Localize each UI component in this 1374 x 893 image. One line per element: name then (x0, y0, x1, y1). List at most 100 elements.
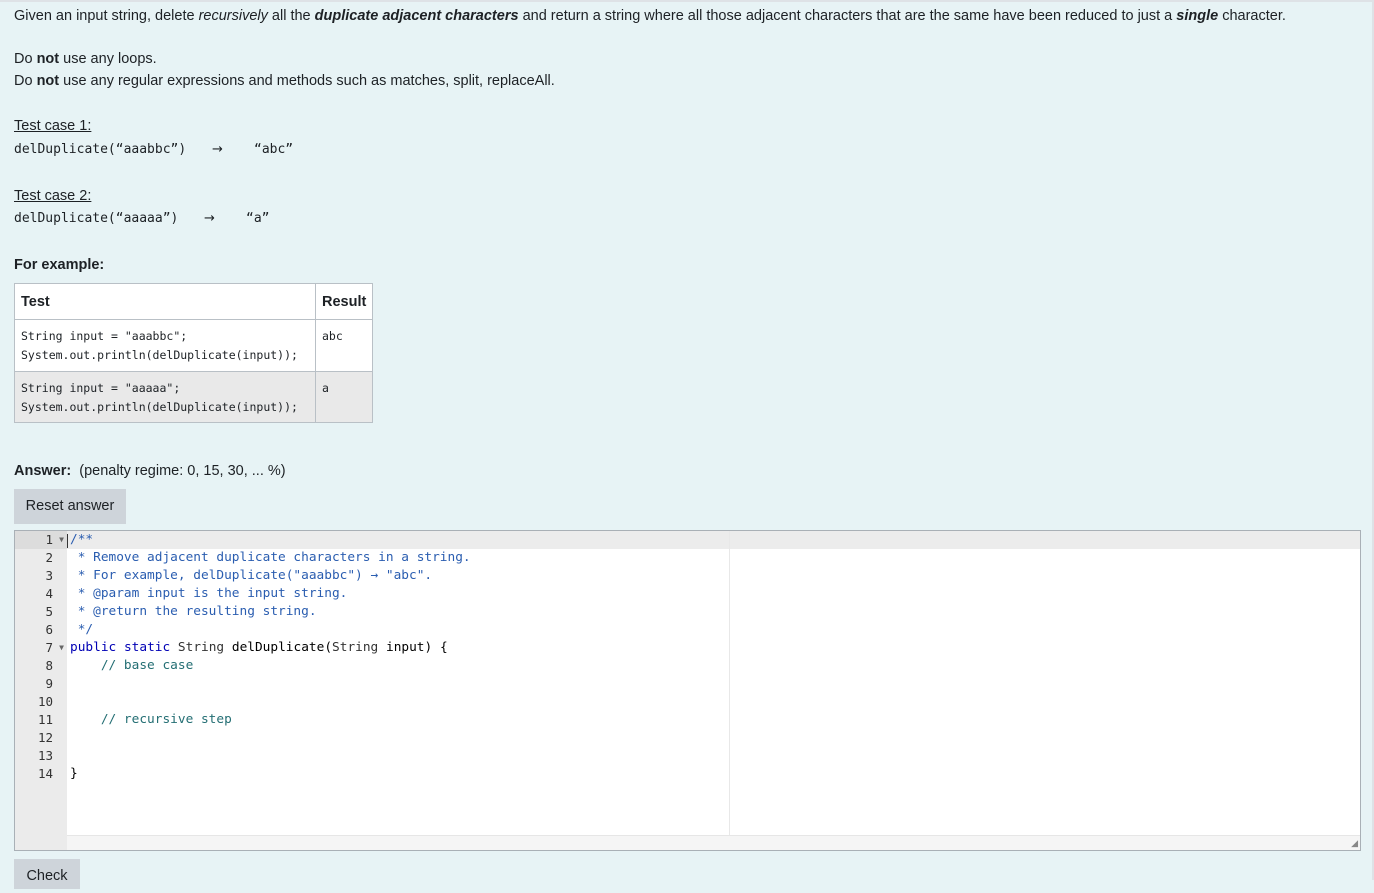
intro-text-2: all the (267, 8, 315, 24)
gutter-row: 6 (15, 621, 67, 639)
line-number: 11 (37, 712, 53, 727)
intro-text-4: character. (1218, 8, 1286, 24)
table-row: String input = "aaabbc"; System.out.prin… (14, 319, 374, 372)
line-number: 4 (45, 586, 53, 601)
reset-answer-button[interactable]: Reset answer (14, 489, 126, 524)
for-example-heading: For example: (14, 257, 105, 273)
gutter-row: 10 (15, 693, 67, 711)
intro-text: Given an input string, delete (14, 8, 199, 24)
intro-recursively: recursively (198, 8, 268, 24)
print-margin (729, 531, 730, 850)
horizontal-scrollbar[interactable] (67, 835, 1360, 850)
gutter-row: 14 (15, 765, 67, 783)
top-border (0, 0, 1374, 2)
code-line[interactable]: * Remove adjacent duplicate characters i… (70, 549, 471, 567)
keyword-token: public (70, 640, 117, 655)
code-token: delDuplicate (231, 640, 325, 655)
gutter-row: 8 (15, 657, 67, 675)
fold-arrow-icon[interactable]: ▼ (59, 639, 64, 657)
gutter-row: 5 (15, 603, 67, 621)
line-number: 6 (45, 622, 53, 637)
penalty-regime: (penalty regime: 0, 15, 30, ... %) (79, 463, 286, 479)
code-line-signature[interactable]: public static String delDuplicate(String… (70, 639, 448, 657)
test-case-2-label: Test case 2: (14, 188, 92, 204)
line-number-gutter: 1 ▼ 2 3 4 5 6 7 ▼ 8 9 10 11 12 13 14 (15, 531, 67, 850)
line-number: 2 (45, 550, 53, 565)
gutter-row: 7 ▼ (15, 639, 67, 657)
code-line[interactable]: * @return the resulting string. (70, 603, 317, 621)
test-case-2-call: delDuplicate(“aaaaa”) (14, 211, 179, 226)
check-button[interactable]: Check (14, 859, 80, 889)
intro-bold: duplicate adjacent characters (314, 8, 519, 24)
line-number: 9 (45, 676, 53, 691)
result-cell: abc (314, 319, 374, 372)
code-line[interactable]: } (70, 765, 78, 783)
code-line[interactable]: * @param input is the input string. (70, 585, 348, 603)
line-number: 10 (37, 694, 53, 709)
rule2-pre: Do (14, 73, 37, 89)
test-cell: String input = "aaabbc"; System.out.prin… (14, 319, 316, 372)
type-token: String (332, 640, 379, 655)
intro-text-3: and return a string where all those adja… (518, 8, 1177, 24)
rule1-post: use any loops. (59, 51, 157, 67)
fold-arrow-icon[interactable]: ▼ (59, 531, 64, 549)
type-token: String (177, 640, 225, 655)
answer-label: Answer: (14, 463, 72, 479)
code-line[interactable]: * For example, delDuplicate("aaabbc") → … (70, 567, 432, 585)
test-case-2-arrow: → (204, 211, 215, 226)
example-table: Test Result String input = "aaabbc"; Sys… (14, 283, 374, 423)
rule2-post: use any regular expressions and methods … (59, 73, 555, 89)
code-token: input (385, 640, 425, 655)
code-editor[interactable]: 1 ▼ 2 3 4 5 6 7 ▼ 8 9 10 11 12 13 14 /** *… (14, 530, 1361, 851)
text-cursor (67, 534, 68, 548)
test-cell: String input = "aaaaa"; System.out.print… (14, 371, 316, 423)
code-line[interactable]: /** (70, 531, 93, 549)
header-result: Result (314, 283, 374, 320)
keyword-token: static (123, 640, 171, 655)
header-test: Test (14, 283, 316, 320)
rule1-pre: Do (14, 51, 37, 67)
line-number: 3 (45, 568, 53, 583)
rule1-not: not (36, 51, 60, 67)
answer-heading: Answer: (penalty regime: 0, 15, 30, ... … (14, 461, 286, 481)
code-token: { (439, 640, 448, 655)
line-number: 14 (37, 766, 53, 781)
test-case-2-result: “a” (246, 211, 270, 226)
line-number: 5 (45, 604, 53, 619)
test-case-1-label: Test case 1: (14, 118, 92, 134)
test-case-1-result: “abc” (254, 142, 294, 157)
line-number: 13 (37, 748, 53, 763)
test-case-1-arrow: → (212, 142, 223, 157)
active-line-highlight (67, 531, 1360, 549)
line-number: 8 (45, 658, 53, 673)
code-line[interactable]: // base case (70, 657, 193, 675)
line-number: 12 (37, 730, 53, 745)
gutter-row: 13 (15, 747, 67, 765)
intro-single: single (1176, 8, 1219, 24)
gutter-row: 11 (15, 711, 67, 729)
result-cell: a (314, 371, 374, 423)
gutter-row: 9 (15, 675, 67, 693)
line-number: 7 (45, 640, 53, 655)
rule-no-regex: Do not use any regular expressions and m… (14, 71, 555, 91)
gutter-row: 12 (15, 729, 67, 747)
code-line[interactable]: // recursive step (70, 711, 232, 729)
table-row: String input = "aaaaa"; System.out.print… (14, 371, 374, 423)
gutter-row: 2 (15, 549, 67, 567)
rule-no-loops: Do not use any loops. (14, 49, 157, 69)
line-number: 1 (45, 532, 53, 547)
rule2-not: not (36, 73, 60, 89)
gutter-row: 4 (15, 585, 67, 603)
resize-grip-icon[interactable]: ◢ (1351, 839, 1358, 848)
question-intro: Given an input string, delete recursivel… (14, 6, 1354, 26)
test-case-1-call: delDuplicate(“aaabbc”) (14, 142, 187, 157)
gutter-row: 3 (15, 567, 67, 585)
gutter-row: 1 ▼ (15, 531, 67, 549)
code-line[interactable]: */ (70, 621, 93, 639)
code-token: ( (324, 640, 333, 655)
